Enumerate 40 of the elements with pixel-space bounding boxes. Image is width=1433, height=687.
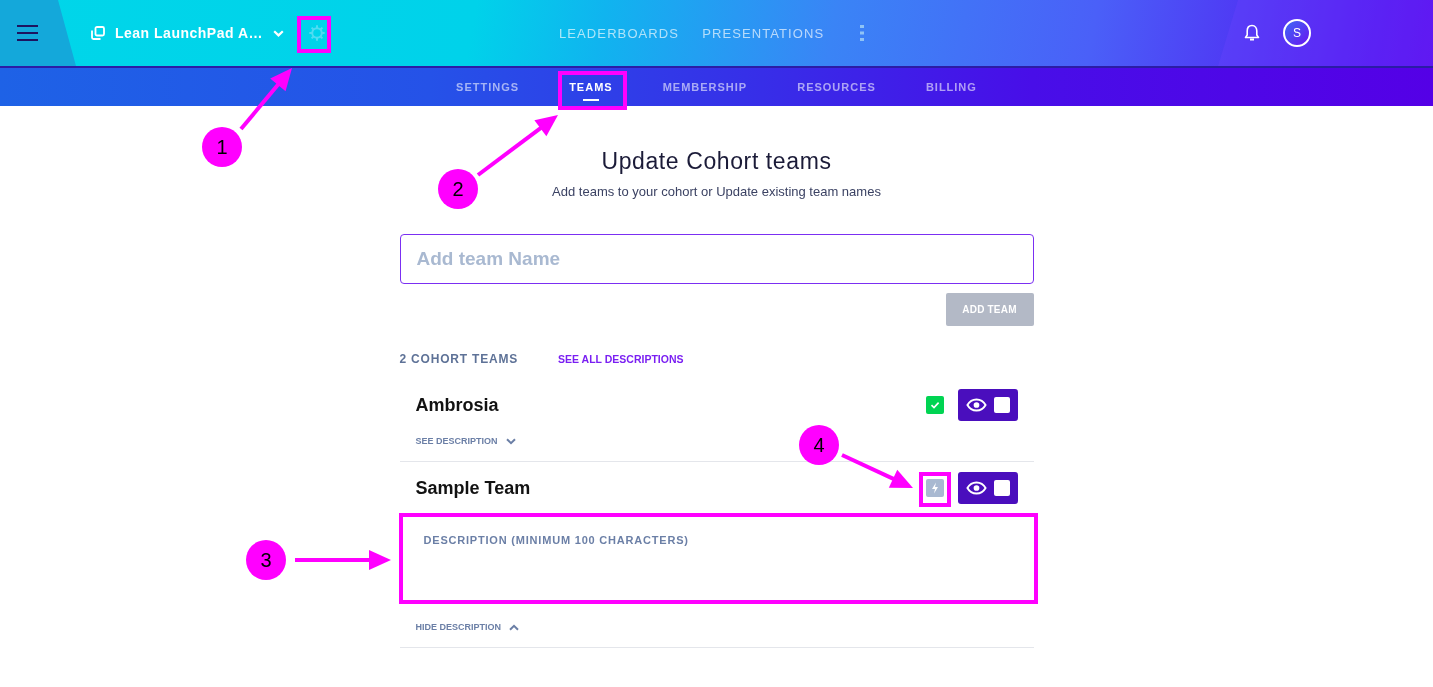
page-title: Update Cohort teams bbox=[601, 147, 832, 176]
description-toggle[interactable]: SEE DESCRIPTION bbox=[415, 435, 516, 447]
tab[interactable]: TEAMS bbox=[544, 68, 638, 106]
copy-icon bbox=[91, 26, 105, 40]
tab[interactable]: SETTINGS bbox=[431, 68, 545, 106]
team-count: 2 COHORT TEAMS bbox=[399, 352, 519, 366]
checkbox[interactable] bbox=[993, 480, 1010, 496]
highlight-frame bbox=[297, 16, 331, 53]
description-toggle[interactable]: HIDE DESCRIPTION bbox=[415, 621, 519, 633]
callout-badge: 1 bbox=[202, 127, 242, 167]
project-selector[interactable]: Lean LaunchPad A… bbox=[91, 25, 284, 41]
visibility-toggle[interactable] bbox=[957, 389, 1018, 421]
team-name: Sample Team bbox=[415, 477, 532, 499]
team-name-input[interactable]: Add team Name bbox=[399, 234, 1034, 284]
highlight-frame bbox=[558, 71, 627, 110]
callout-badge: 4 bbox=[799, 425, 839, 465]
visibility-toggle[interactable] bbox=[957, 472, 1018, 504]
avatar[interactable]: S bbox=[1283, 19, 1311, 47]
nav-link[interactable]: PRESENTATIONS bbox=[702, 25, 825, 41]
eye-icon bbox=[965, 398, 987, 412]
checkbox[interactable] bbox=[993, 397, 1010, 413]
callout-badge: 2 bbox=[438, 169, 478, 209]
menu-icon bbox=[17, 25, 38, 41]
chevron-down-icon bbox=[505, 437, 516, 445]
nav-link[interactable]: LEADERBOARDS bbox=[559, 25, 680, 41]
page-subtitle: Add teams to your cohort or Update existing team names bbox=[552, 183, 881, 201]
caret-icon bbox=[273, 29, 284, 37]
tab[interactable]: RESOURCES bbox=[772, 68, 901, 106]
tab[interactable]: MEMBERSHIP bbox=[637, 68, 773, 106]
see-all-descriptions-link[interactable]: SEE ALL DESCRIPTIONS bbox=[558, 353, 684, 365]
highlight-frame bbox=[919, 472, 951, 507]
bell-icon[interactable] bbox=[1244, 24, 1260, 42]
arrow bbox=[239, 68, 292, 131]
chevron-up-icon bbox=[509, 623, 519, 631]
arrow bbox=[841, 453, 913, 488]
team-name: Ambrosia bbox=[415, 394, 500, 416]
tab[interactable]: BILLING bbox=[900, 68, 1002, 106]
eye-icon bbox=[965, 481, 987, 495]
callout-badge: 3 bbox=[246, 540, 286, 580]
menu-button[interactable] bbox=[0, 0, 76, 66]
